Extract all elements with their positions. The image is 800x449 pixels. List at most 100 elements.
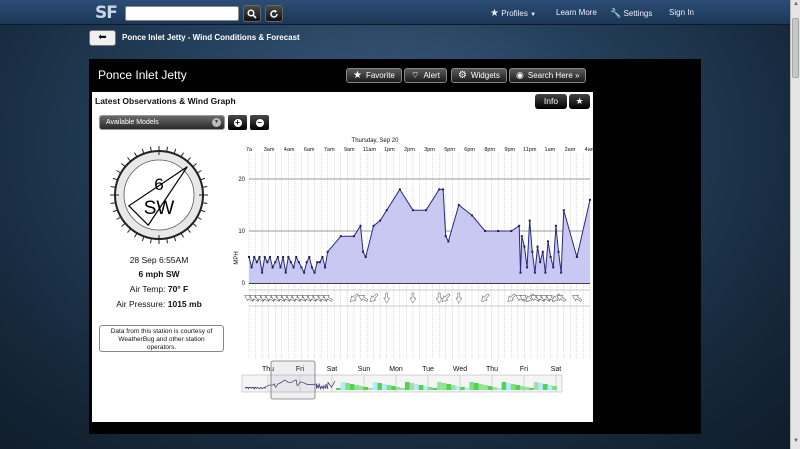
navigator-forecast-bar <box>478 384 484 390</box>
x-tick-label: 3pm <box>424 147 435 153</box>
navigator-window <box>270 360 316 400</box>
navigator-forecast-bar <box>552 386 557 390</box>
wind-point <box>362 250 365 253</box>
wind-point <box>484 230 487 232</box>
wind-point <box>536 245 539 248</box>
y-tick-label: 20 <box>238 177 245 183</box>
navigator-forecast-bar <box>441 383 447 390</box>
navigator-forecast-bar <box>359 386 364 390</box>
navigator-forecast-bar <box>524 387 530 390</box>
navigator-forecast-bar <box>455 386 461 390</box>
x-tick-label: 4am <box>585 147 596 153</box>
navigator-forecast-bar <box>382 384 387 390</box>
navigator-forecast-bar <box>487 386 493 390</box>
wind-point <box>519 271 522 274</box>
wind-point <box>533 271 536 274</box>
wind-point <box>292 266 295 269</box>
wind-point <box>359 224 362 227</box>
wind-point <box>364 256 367 258</box>
navigator-forecast-bar <box>469 382 474 390</box>
navigator-forecast-bar <box>349 384 355 390</box>
wind-point <box>310 266 313 269</box>
navigator-forecast-bar <box>451 385 456 390</box>
y-tick-label: 10 <box>238 229 245 235</box>
wind-point <box>250 266 253 269</box>
wind-point <box>379 219 382 222</box>
wind-point <box>263 256 266 258</box>
wind-point <box>308 256 311 258</box>
wind-point <box>544 271 547 274</box>
wind-direction-arrow <box>383 292 391 304</box>
wind-graph[interactable]: Thursday, Sep 20 MPH 0 10 20 7a 3am 4am 6am 7am… <box>0 0 800 449</box>
x-tick-label: 4am <box>284 147 295 153</box>
x-tick-label: 11pm <box>523 147 537 153</box>
wind-direction-arrow <box>435 292 443 304</box>
navigator-forecast-bar <box>345 383 350 390</box>
navigator-forecast-bar <box>336 388 341 390</box>
wind-point <box>326 250 329 253</box>
navigator-day-label: Wed <box>453 366 467 373</box>
wind-point <box>411 209 414 212</box>
navigator-forecast-bar <box>497 388 502 390</box>
wind-point <box>385 209 388 212</box>
navigator-forecast-bar <box>529 388 534 390</box>
wind-point <box>552 266 555 269</box>
wind-point <box>253 256 256 258</box>
navigator-forecast-bar <box>460 387 465 390</box>
navigator-forecast-bar <box>432 388 438 390</box>
wind-point <box>261 271 264 274</box>
arrow-shape <box>455 292 463 304</box>
navigator-forecast-bar <box>510 384 516 390</box>
navigator-forecast-bar <box>428 387 433 390</box>
wind-point <box>305 261 308 264</box>
wind-point <box>287 256 290 258</box>
wind-point <box>279 266 282 269</box>
navigator-forecast-bar <box>506 383 511 390</box>
x-tick-label: 9pm <box>504 147 515 153</box>
wind-point <box>248 256 250 258</box>
wind-direction-arrow <box>409 292 417 304</box>
arrow-shape <box>435 292 443 304</box>
wind-point <box>352 235 355 238</box>
wind-point <box>255 261 258 264</box>
wind-point <box>289 261 292 264</box>
navigator-forecast-bar <box>501 382 507 390</box>
arrow-shape <box>409 292 417 304</box>
wind-point <box>300 266 303 269</box>
wind-point <box>526 266 529 269</box>
navigator-forecast-bar <box>368 388 373 390</box>
x-tick-label: 11am <box>363 147 377 153</box>
wind-point <box>282 256 285 258</box>
navigator-forecast-bar <box>492 387 497 390</box>
x-tick-label: 7a <box>246 147 253 153</box>
x-tick-label: 6am <box>304 147 315 153</box>
wind-point <box>438 188 441 191</box>
navigator-forecast-bar <box>386 385 392 390</box>
navigator-forecast-bar <box>372 382 378 390</box>
navigator-day-label: Tue <box>422 366 434 373</box>
navigator-forecast-bar <box>474 383 479 390</box>
wind-point <box>284 271 287 274</box>
wind-point <box>444 235 447 238</box>
wind-point <box>274 261 277 264</box>
wind-point <box>271 266 274 269</box>
chart-title: Thursday, Sep 20 <box>352 138 400 144</box>
x-tick-label: 9am <box>344 147 355 153</box>
x-tick-label: 2pm <box>404 147 415 153</box>
wind-point <box>557 250 560 253</box>
navigator-forecast-bar <box>538 383 543 390</box>
navigator-day-label: Thu <box>486 366 498 373</box>
wind-point <box>318 261 321 264</box>
wind-point <box>470 214 473 217</box>
x-tick-label: 3am <box>264 147 275 153</box>
wind-point <box>589 198 591 201</box>
wind-point <box>313 271 316 274</box>
wind-point <box>339 235 342 238</box>
wind-direction-arrow <box>455 292 463 304</box>
wind-point <box>268 256 271 258</box>
wind-point <box>562 209 565 212</box>
navigator-forecast-bar <box>483 385 488 390</box>
navigator-forecast-bar <box>363 387 369 390</box>
wind-point <box>539 261 542 264</box>
navigator-forecast-bar <box>340 382 346 390</box>
